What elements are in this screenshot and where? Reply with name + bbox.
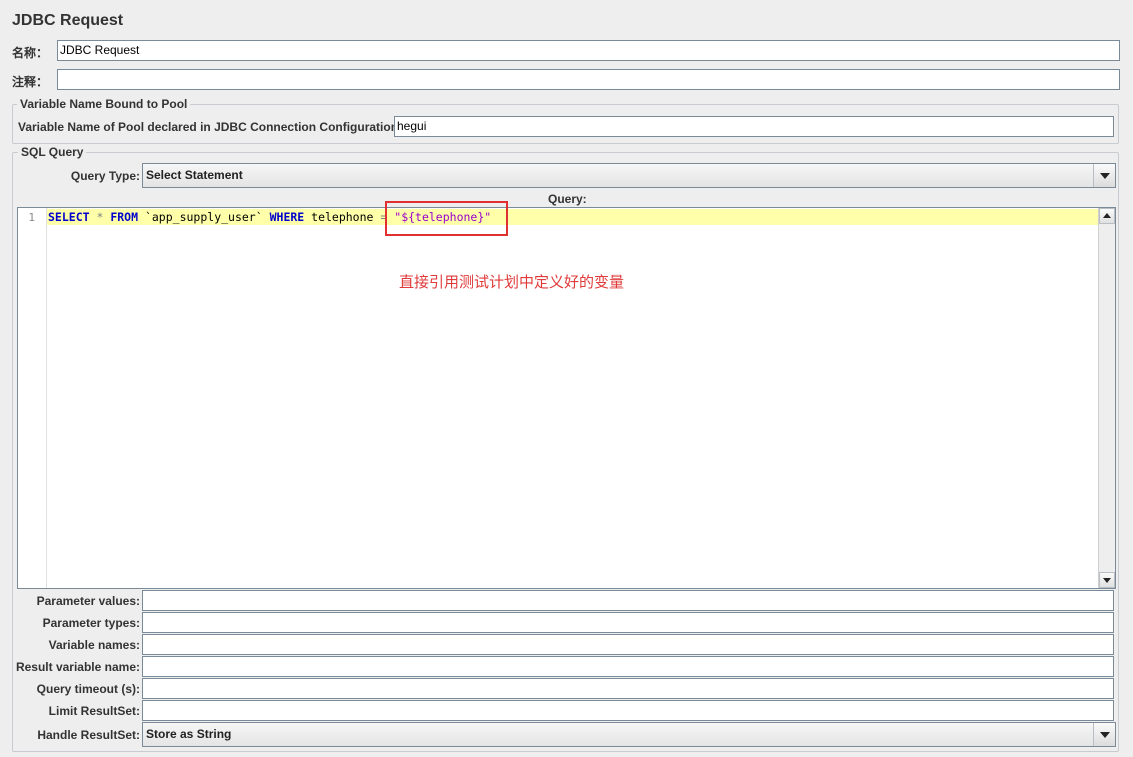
code-star: *: [89, 210, 111, 224]
page-title: JDBC Request: [12, 12, 124, 29]
name-input[interactable]: JDBC Request: [57, 40, 1120, 61]
keyword-where: WHERE: [269, 210, 305, 224]
result-variable-name-input[interactable]: [142, 656, 1114, 677]
result-variable-name-label: Result variable name:: [15, 660, 140, 674]
editor-scrollbar[interactable]: [1098, 208, 1115, 588]
query-label: Query:: [548, 192, 587, 206]
variable-names-label: Variable names:: [48, 638, 140, 652]
chevron-down-icon[interactable]: [1093, 164, 1115, 187]
chevron-down-icon[interactable]: [1093, 723, 1115, 746]
parameter-types-label: Parameter types:: [42, 616, 140, 630]
variable-highlight-box: [385, 201, 508, 236]
line-number: 1: [28, 211, 35, 224]
line-number-gutter: 1: [18, 208, 47, 588]
query-timeout-input[interactable]: [142, 678, 1114, 699]
limit-resultset-input[interactable]: [142, 700, 1114, 721]
handle-resultset-label: Handle ResultSet:: [37, 728, 140, 742]
keyword-from: FROM: [110, 210, 139, 224]
sql-editor[interactable]: 1 SELECT * FROM `app_supply_user` WHERE …: [17, 207, 1116, 589]
query-type-label: Query Type:: [70, 169, 140, 183]
name-label: 名称：: [12, 46, 49, 60]
code-column: telephone: [304, 210, 381, 224]
pool-name-label: Variable Name of Pool declared in JDBC C…: [18, 120, 403, 134]
parameter-values-input[interactable]: [142, 590, 1114, 611]
handle-resultset-select[interactable]: Store as String: [142, 722, 1116, 747]
parameter-types-input[interactable]: [142, 612, 1114, 633]
query-type-select[interactable]: Select Statement: [142, 163, 1116, 188]
variable-names-input[interactable]: [142, 634, 1114, 655]
annotation-text: 直接引用测试计划中定义好的变量: [399, 274, 625, 291]
query-type-value: Select Statement: [146, 168, 243, 182]
scroll-down-icon[interactable]: [1099, 572, 1115, 588]
parameter-values-label: Parameter values:: [36, 594, 140, 608]
handle-resultset-value: Store as String: [146, 727, 232, 741]
pool-name-input[interactable]: hegui: [394, 116, 1114, 137]
pool-group-title: Variable Name Bound to Pool: [17, 97, 191, 111]
sql-query-group-title: SQL Query: [18, 145, 87, 159]
keyword-select: SELECT: [48, 210, 90, 224]
comment-label: 注释：: [12, 75, 49, 89]
query-timeout-label: Query timeout (s):: [36, 682, 140, 696]
scroll-up-icon[interactable]: [1099, 208, 1115, 224]
code-table: `app_supply_user`: [138, 210, 270, 224]
comment-input[interactable]: [57, 69, 1120, 90]
limit-resultset-label: Limit ResultSet:: [48, 704, 140, 718]
